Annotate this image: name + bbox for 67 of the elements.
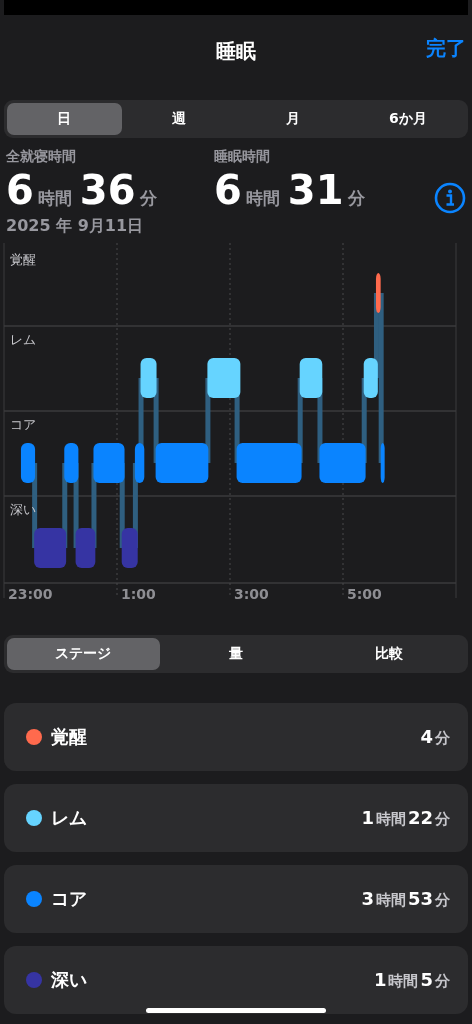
stat-number: 31 <box>287 166 344 214</box>
time-tick-label: 23:00 <box>8 586 53 602</box>
sleep-stage-bar <box>319 443 366 483</box>
info-icon[interactable] <box>434 182 466 214</box>
date-label: 2025 年 9月11日 <box>5 216 145 237</box>
sleep-stage-bar <box>121 528 138 568</box>
duration-unit: 分 <box>435 810 450 829</box>
time-tick-label: 3:00 <box>234 586 269 602</box>
duration-number: 3 <box>361 888 374 909</box>
period-tab[interactable]: 6か月 <box>350 103 465 135</box>
stat-unit: 分 <box>347 187 365 210</box>
sleep-stage-bar <box>155 443 209 483</box>
done-button[interactable]: 完了 <box>426 35 466 62</box>
stage-name: 覚醒 <box>51 725 88 749</box>
stat-number: 6 <box>6 166 34 214</box>
stat-unit: 時間 <box>37 187 72 210</box>
duration-number: 1 <box>373 969 387 990</box>
duration-number: 53 <box>407 888 433 909</box>
sleep-stage-bar <box>299 358 323 398</box>
period-tab[interactable]: 週 <box>121 103 236 135</box>
stage-name: レム <box>51 806 88 830</box>
sleep-stage-bar <box>380 443 385 483</box>
stage-axis-label: 深い <box>10 502 36 517</box>
stat-number: 6 <box>214 166 242 214</box>
stat-label: 睡眠時間 <box>214 148 271 166</box>
sleep-stage-bar <box>75 528 96 568</box>
view-tab[interactable]: 量 <box>159 638 313 670</box>
stage-axis-label: レム <box>10 332 36 347</box>
stage-axis-label: 覚醒 <box>10 252 36 267</box>
sleep-stage-bar <box>363 358 378 398</box>
duration-unit: 時間 <box>375 891 406 910</box>
time-tick-label: 5:00 <box>347 586 382 602</box>
sleep-stage-bar <box>207 358 241 398</box>
sleep-stage-bar <box>64 443 79 483</box>
duration-number: 1 <box>361 807 374 828</box>
sleep-stage-bar <box>140 358 157 398</box>
time-tick-label: 1:00 <box>121 586 156 602</box>
period-tab[interactable]: 日 <box>7 103 122 135</box>
sleep-stage-bar <box>134 443 145 483</box>
duration-number: 22 <box>407 807 433 828</box>
sleep-stage-bar <box>236 443 302 483</box>
sleep-stage-bar <box>93 443 125 483</box>
duration-unit: 分 <box>435 891 450 910</box>
stage-row[interactable]: 覚醒 4分 <box>4 703 468 771</box>
duration-unit: 時間 <box>375 810 406 829</box>
sleep-stage-bar <box>375 273 381 313</box>
duration-number: 5 <box>420 969 433 990</box>
stage-name: 深い <box>51 968 88 992</box>
sleep-stage-bar <box>20 443 36 483</box>
stat-number: 36 <box>79 166 136 214</box>
stat-unit: 分 <box>139 187 157 210</box>
period-tab[interactable]: 月 <box>236 103 351 135</box>
stage-name: コア <box>51 887 88 911</box>
stage-axis-label: コア <box>10 417 36 432</box>
sleep-stage-bar <box>34 528 67 568</box>
duration-unit: 分 <box>435 972 450 991</box>
view-tab[interactable]: 比較 <box>312 638 465 670</box>
duration-unit: 分 <box>435 729 450 748</box>
stat-label: 全就寝時間 <box>6 148 77 166</box>
duration-unit: 時間 <box>388 972 419 991</box>
screen-title: 睡眠 <box>216 37 256 65</box>
duration-number: 4 <box>420 726 433 747</box>
stage-row[interactable]: レム 1時間 22分 <box>4 784 468 852</box>
stage-row[interactable]: コア 3時間 53分 <box>4 865 468 933</box>
view-tab[interactable]: ステージ <box>7 638 160 670</box>
stat-unit: 時間 <box>245 187 280 210</box>
stage-row[interactable]: 深い 1時間 5分 <box>4 946 468 1014</box>
